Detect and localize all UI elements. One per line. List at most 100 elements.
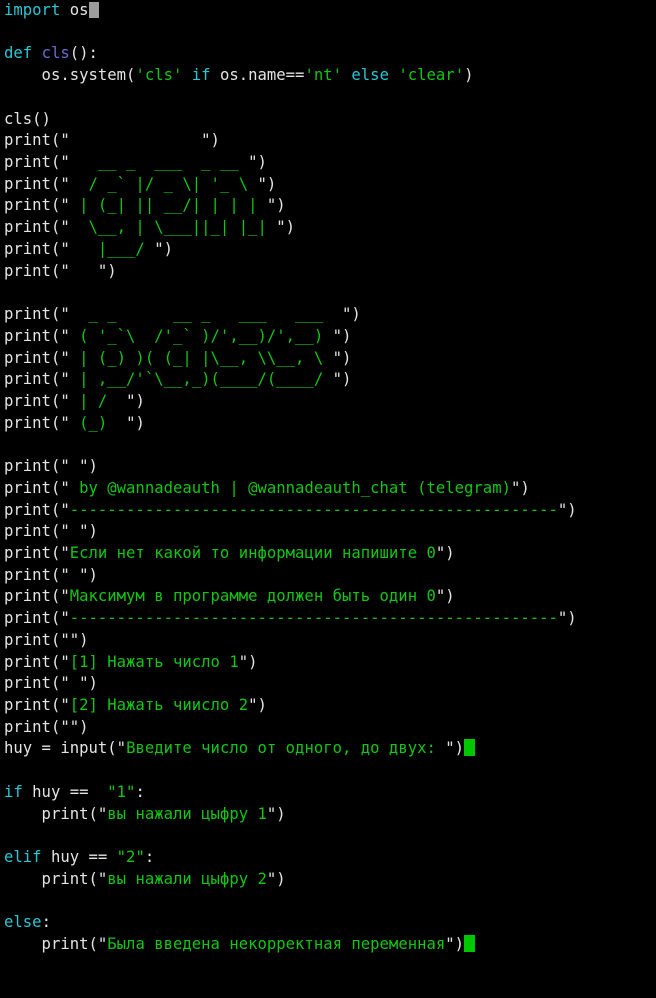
code-token-plain: ") [510,478,530,497]
code-token-plain: ") [79,565,98,584]
code-line[interactable]: print("вы нажали цыфру 2") [4,869,656,891]
code-token-plain: os.system( [4,66,136,85]
code-token-plain: print(" [4,174,70,193]
code-line[interactable]: print("") [4,630,656,652]
code-line[interactable]: print(" ") [4,456,656,478]
code-token-str: Если нет какой то информации напишите 0 [69,543,436,562]
code-line[interactable] [4,760,656,782]
code-line[interactable]: elif huy == "2": [4,847,656,869]
code-token-plain: huy == [22,782,108,801]
code-line[interactable]: print("---------------------------------… [4,608,656,630]
code-line[interactable] [4,22,656,44]
code-token-str: ----------------------------------------… [69,500,558,519]
code-line[interactable]: print(" | (_| || __/| | | | ") [4,195,656,217]
code-token-str: _ _ __ _ ___ ___ [69,305,342,324]
code-token-plain: print(" [4,305,70,324]
code-token-str: 'cls' [135,66,183,85]
code-line[interactable]: print(" | ,__/'`\__,_)(____/(____/ ") [4,369,656,391]
cursor-highlight-block [464,739,475,757]
code-token-kw: elif [4,848,42,867]
code-line[interactable]: if huy == "1": [4,782,656,804]
code-token-plain: print(" [4,391,70,410]
code-line[interactable]: print(" | / ") [4,391,656,413]
code-token-plain: print(" [4,239,70,258]
code-line[interactable]: print("Максимум в программе должен быть … [4,586,656,608]
code-line[interactable] [4,87,656,109]
code-token-plain: print("") [4,630,89,649]
code-token-str [70,674,79,692]
code-line[interactable]: print(" ") [4,521,656,543]
code-token-kw: else [351,66,389,85]
code-line[interactable]: print("Если нет какой то информации напи… [4,543,656,565]
code-line[interactable]: def cls(): [4,43,656,65]
code-token-str: Была введена некорректная переменная [107,934,446,953]
code-token-str: [2] Нажать чиисло 2 [69,696,249,714]
code-token-plain: print(" [4,869,108,888]
code-line[interactable]: print(" (_) ") [4,413,656,435]
code-line[interactable]: huy = input("Введите число от одного, до… [4,738,656,760]
code-line[interactable]: print(" ") [4,261,656,283]
code-token-plain: ") [154,239,173,258]
code-line[interactable]: print(" | (_) )( (_| |\__, \\__, \ ") [4,348,656,370]
code-line[interactable] [4,434,656,456]
code-line[interactable] [4,890,656,912]
code-line[interactable]: print("[2] Нажать чиисло 2") [4,695,656,717]
code-line[interactable]: print(" ") [4,130,656,152]
code-token-str: (_) [69,413,127,432]
code-token-plain: ") [341,305,361,324]
code-token-plain: print(" [4,413,70,432]
code-token-str: ----------------------------------------… [69,609,558,628]
code-token-plain: print(" [4,478,70,497]
code-text-area[interactable]: import os def cls(): os.system('cls' if … [4,0,656,956]
code-line[interactable]: import os [4,0,656,22]
code-line[interactable]: else: [4,912,656,934]
code-token-plain: cls() [4,109,51,128]
code-line[interactable]: print(" / _` |/ _ \| '_ \ ") [4,174,656,196]
code-token-plain: print(" [4,652,70,671]
code-token-kw: if [4,782,23,801]
code-token-plain: ") [79,674,98,693]
code-token-str: вы нажали цыфру 2 [107,869,267,888]
code-token-str: | (_) )( (_| |\__, \\__, \ [69,348,333,367]
code-token-str: |___/ [69,239,155,258]
code-token-str: by @wannadeauth | @wannadeauth_chat (tel… [69,478,511,497]
code-line[interactable]: os.system('cls' if os.name=='nt' else 'c… [4,65,656,87]
code-token-plain: huy = input(" [4,739,127,758]
code-line[interactable]: print(" ") [4,673,656,695]
code-token-plain: ") [79,457,98,476]
code-token-str [70,131,201,149]
code-line[interactable]: print("Была введена некорректная перемен… [4,934,656,956]
code-line[interactable]: print(" \__, | \___||_| |_| ") [4,217,656,239]
code-token-str: | / [69,391,127,410]
code-line[interactable]: print(" by @wannadeauth | @wannadeauth_c… [4,478,656,500]
code-token-plain: os.name== [210,66,305,85]
code-line[interactable]: print(" ( '_`\ /'_` )/',__)/',__) ") [4,326,656,348]
code-token-plain: ") [557,500,577,519]
code-token-plain: print(" [4,326,70,345]
code-line[interactable]: print("вы нажали цыфру 1") [4,804,656,826]
code-line[interactable]: print(" __ _ ___ _ __ ") [4,152,656,174]
code-editor-surface[interactable]: import os def cls(): os.system('cls' if … [0,0,656,998]
code-token-str: \__, | \___||_| |_| [69,218,277,237]
code-line[interactable]: print(" ") [4,565,656,587]
code-line[interactable] [4,825,656,847]
code-line[interactable]: print("[1] Нажать число 1") [4,652,656,674]
code-line[interactable]: print("") [4,717,656,739]
code-token-plain: ") [266,869,286,888]
code-token-plain: ") [201,131,220,150]
code-line[interactable]: print("---------------------------------… [4,500,656,522]
code-token-str: | ,__/'`\__,_)(____/(____/ [69,370,333,389]
code-line[interactable]: print(" _ _ __ _ ___ ___ ") [4,304,656,326]
code-token-plain: ) [464,66,474,85]
code-token-plain: print(" [4,348,70,367]
code-token-plain: print(" [4,609,70,628]
code-line[interactable] [4,282,656,304]
code-line[interactable]: cls() [4,109,656,131]
code-token-str [70,457,79,475]
code-token-str: / _` |/ _ \| '_ \ [69,174,258,193]
code-token-kw: else [4,913,42,932]
code-token-plain: print(" [4,934,108,953]
code-line[interactable]: print(" |___/ ") [4,239,656,261]
